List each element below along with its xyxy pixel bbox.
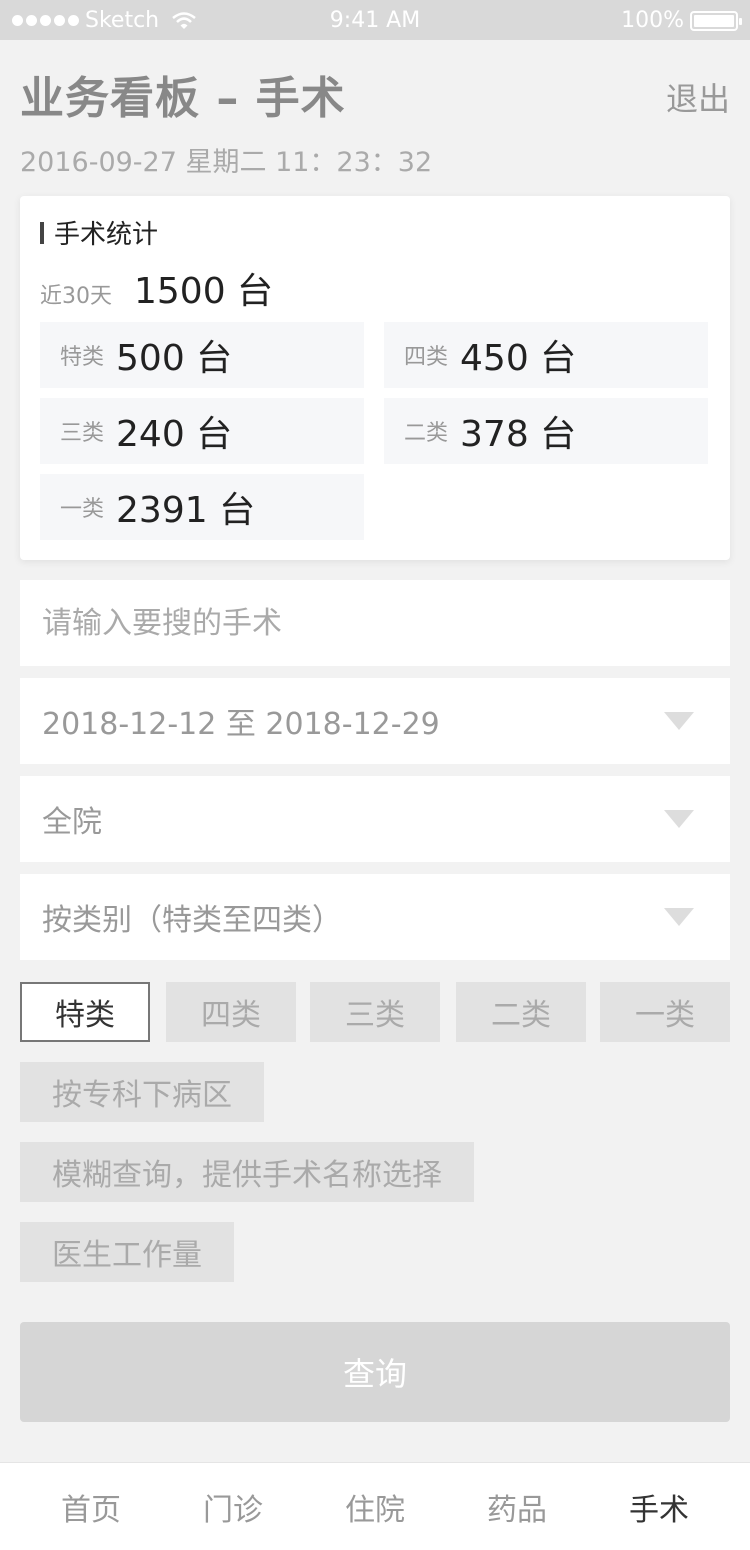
tab-inpatient[interactable]: 住院 bbox=[304, 1463, 446, 1550]
search-input[interactable] bbox=[42, 605, 642, 641]
option-by-department[interactable]: 按专科下病区 bbox=[20, 1062, 264, 1122]
summary-label: 近30天 bbox=[40, 284, 112, 309]
category-cell-two: 二类 378 台 bbox=[384, 398, 708, 464]
caret-down-icon bbox=[664, 908, 694, 926]
category-value: 500 台 bbox=[116, 338, 233, 379]
category-label: 三类 bbox=[60, 421, 105, 446]
tab-bar: 首页 门诊 住院 药品 手术 bbox=[0, 1462, 750, 1550]
scope-value: 全院 bbox=[42, 805, 102, 840]
chip-four[interactable]: 四类 bbox=[166, 982, 296, 1042]
category-cell-special: 特类 500 台 bbox=[40, 322, 364, 388]
caret-down-icon bbox=[664, 712, 694, 730]
category-label: 二类 bbox=[404, 421, 449, 446]
query-button[interactable]: 查询 bbox=[20, 1322, 730, 1422]
summary-value: 1500 台 bbox=[134, 271, 274, 312]
group-by-select[interactable]: 按类别（特类至四类） bbox=[20, 874, 730, 960]
summary-row: 近30天 1500 台 bbox=[40, 262, 273, 314]
category-value: 2391 台 bbox=[116, 490, 256, 531]
scope-select[interactable]: 全院 bbox=[20, 776, 730, 862]
header: 业务看板 – 手术 退出 2016-09-27 星期二 11：23：32 bbox=[20, 62, 730, 178]
search-field bbox=[20, 580, 730, 666]
category-cell-four: 四类 450 台 bbox=[384, 322, 708, 388]
caret-down-icon bbox=[664, 810, 694, 828]
datetime: 2016-09-27 星期二 11：23：32 bbox=[20, 147, 433, 178]
status-bar: Sketch 9:41 AM 100% bbox=[0, 0, 750, 40]
stats-card: 手术统计 近30天 1500 台 特类 500 台 四类 450 台 三类 24… bbox=[20, 196, 730, 560]
group-by-value: 按类别（特类至四类） bbox=[42, 903, 342, 938]
tab-home[interactable]: 首页 bbox=[20, 1463, 162, 1550]
date-range-select[interactable]: 2018-12-12 至 2018-12-29 bbox=[20, 678, 730, 764]
page-title: 业务看板 – 手术 bbox=[20, 73, 346, 124]
chip-one[interactable]: 一类 bbox=[600, 982, 730, 1042]
tab-drugs[interactable]: 药品 bbox=[446, 1463, 588, 1550]
option-doctor-workload[interactable]: 医生工作量 bbox=[20, 1222, 234, 1282]
chip-three[interactable]: 三类 bbox=[310, 982, 440, 1042]
category-cell-one: 一类 2391 台 bbox=[40, 474, 364, 540]
tab-outpatient[interactable]: 门诊 bbox=[162, 1463, 304, 1550]
category-value: 378 台 bbox=[460, 414, 577, 455]
status-right: 100% bbox=[621, 8, 742, 33]
card-title-text: 手术统计 bbox=[54, 220, 159, 250]
category-label: 四类 bbox=[404, 345, 449, 370]
category-label: 特类 bbox=[60, 345, 105, 370]
category-cell-three: 三类 240 台 bbox=[40, 398, 364, 464]
card-title: 手术统计 bbox=[40, 214, 158, 251]
category-value: 450 台 bbox=[460, 338, 577, 379]
option-fuzzy-search[interactable]: 模糊查询，提供手术名称选择 bbox=[20, 1142, 474, 1202]
chip-special[interactable]: 特类 bbox=[20, 982, 150, 1042]
battery-percent: 100% bbox=[621, 8, 684, 33]
title-accent-bar bbox=[40, 221, 44, 244]
battery-icon bbox=[690, 10, 742, 31]
chip-two[interactable]: 二类 bbox=[456, 982, 586, 1042]
date-range-value: 2018-12-12 至 2018-12-29 bbox=[42, 707, 440, 742]
logout-button[interactable]: 退出 bbox=[666, 74, 730, 120]
category-value: 240 台 bbox=[116, 414, 233, 455]
category-label: 一类 bbox=[60, 497, 105, 522]
tab-surgery[interactable]: 手术 bbox=[588, 1463, 730, 1550]
